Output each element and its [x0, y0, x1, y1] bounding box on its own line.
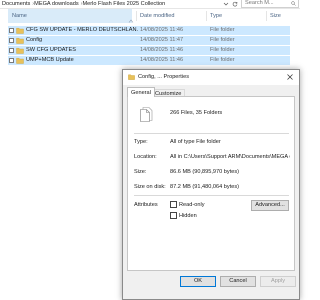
files-icon [140, 107, 153, 122]
folder-icon [128, 74, 135, 80]
column-size[interactable]: Size [270, 9, 281, 23]
column-divider[interactable] [266, 11, 267, 21]
readonly-label[interactable]: Read-only [179, 201, 205, 209]
apply-button[interactable]: Apply [260, 276, 296, 287]
row-checkbox[interactable] [9, 58, 14, 63]
contents-summary: 266 Files, 35 Folders [170, 110, 223, 116]
size-label: Size: [134, 169, 147, 175]
folder-icon [16, 28, 24, 34]
sort-ascending-icon [128, 19, 134, 23]
attributes-label: Attributes [134, 202, 158, 208]
breadcrumb-mega-downloads[interactable]: MEGA downloads [34, 1, 78, 7]
cancel-button[interactable]: Cancel [220, 276, 256, 287]
type-label: Type: [134, 139, 148, 145]
refresh-icon[interactable] [232, 1, 238, 7]
file-date: 14/08/2025 11:46 [140, 47, 184, 53]
file-row[interactable]: SW CFG UPDATES 14/08/2025 11:46 File fol… [8, 46, 290, 55]
hidden-label[interactable]: Hidden [179, 212, 197, 220]
size-value: 86.6 MB (90,895,970 bytes) [170, 169, 240, 175]
row-checkbox[interactable] [9, 48, 14, 53]
row-checkbox[interactable] [9, 28, 14, 33]
size-on-disk-label: Size on disk: [134, 184, 166, 190]
file-type: File folder [210, 37, 235, 43]
location-label: Location: [134, 154, 157, 160]
column-divider[interactable] [136, 11, 137, 21]
tab-general[interactable]: General [127, 87, 155, 97]
file-row[interactable]: CFG SW UPDATE - MERLO DEUTSCHLAN... 14/0… [8, 26, 290, 35]
file-name: Config [26, 37, 43, 43]
file-type: File folder [210, 57, 235, 63]
search-placeholder: Search M... [245, 0, 274, 6]
file-date: 14/08/2025 11:47 [140, 37, 184, 43]
file-type: File folder [210, 47, 235, 53]
column-name[interactable]: Name [8, 9, 132, 23]
column-header: Name Date modified Type Size [0, 9, 300, 23]
file-name: CFG SW UPDATE - MERLO DEUTSCHLAN... [26, 27, 138, 33]
type-value: All of type File folder [170, 139, 221, 145]
location-value: All in C:\Users\Support ARM\Documents\ME… [170, 154, 290, 160]
file-type: File folder [210, 27, 235, 33]
file-date: 14/08/2025 11:46 [140, 27, 184, 33]
ok-button[interactable]: OK [180, 276, 216, 287]
file-row[interactable]: Config 14/08/2025 11:47 File folder [8, 36, 290, 45]
close-icon[interactable] [286, 73, 294, 81]
hidden-checkbox[interactable] [170, 212, 177, 219]
column-date-modified[interactable]: Date modified [140, 9, 175, 23]
chevron-down-icon[interactable] [223, 1, 229, 7]
folder-icon [16, 58, 24, 64]
dialog-title: Config, ... Properties [138, 74, 189, 80]
properties-dialog: Config, ... Properties General Customize… [122, 69, 300, 300]
size-on-disk-value: 87.2 MB (91,480,064 bytes) [170, 184, 240, 190]
divider [134, 133, 289, 134]
divider [134, 195, 289, 196]
file-date: 14/08/2025 11:46 [140, 57, 184, 63]
readonly-checkbox[interactable] [170, 201, 177, 208]
file-row[interactable]: UMP+MCB Update 14/08/2025 11:46 File fol… [8, 56, 290, 65]
row-checkbox[interactable] [9, 38, 14, 43]
advanced-button[interactable]: Advanced... [251, 200, 289, 211]
search-input[interactable]: Search M... [241, 0, 299, 8]
dialog-titlebar[interactable]: Config, ... Properties [123, 70, 299, 85]
file-name: UMP+MCB Update [26, 57, 74, 63]
breadcrumb-current-folder[interactable]: Merlo Flash Files 2025 Collection [83, 1, 166, 7]
folder-icon [16, 38, 24, 44]
column-divider[interactable] [206, 11, 207, 21]
general-panel: 266 Files, 35 Folders Type: All of type … [127, 96, 295, 271]
address-bar: Documents ›MEGA downloads ›Merlo Flash Fil… [0, 0, 300, 9]
folder-icon [16, 48, 24, 54]
search-icon [291, 1, 296, 6]
column-type[interactable]: Type [210, 9, 222, 23]
breadcrumb[interactable]: Documents ›MEGA downloads ›Merlo Flash Fil… [2, 0, 220, 8]
file-name: SW CFG UPDATES [26, 47, 76, 53]
breadcrumb-documents[interactable]: Documents [2, 1, 30, 7]
